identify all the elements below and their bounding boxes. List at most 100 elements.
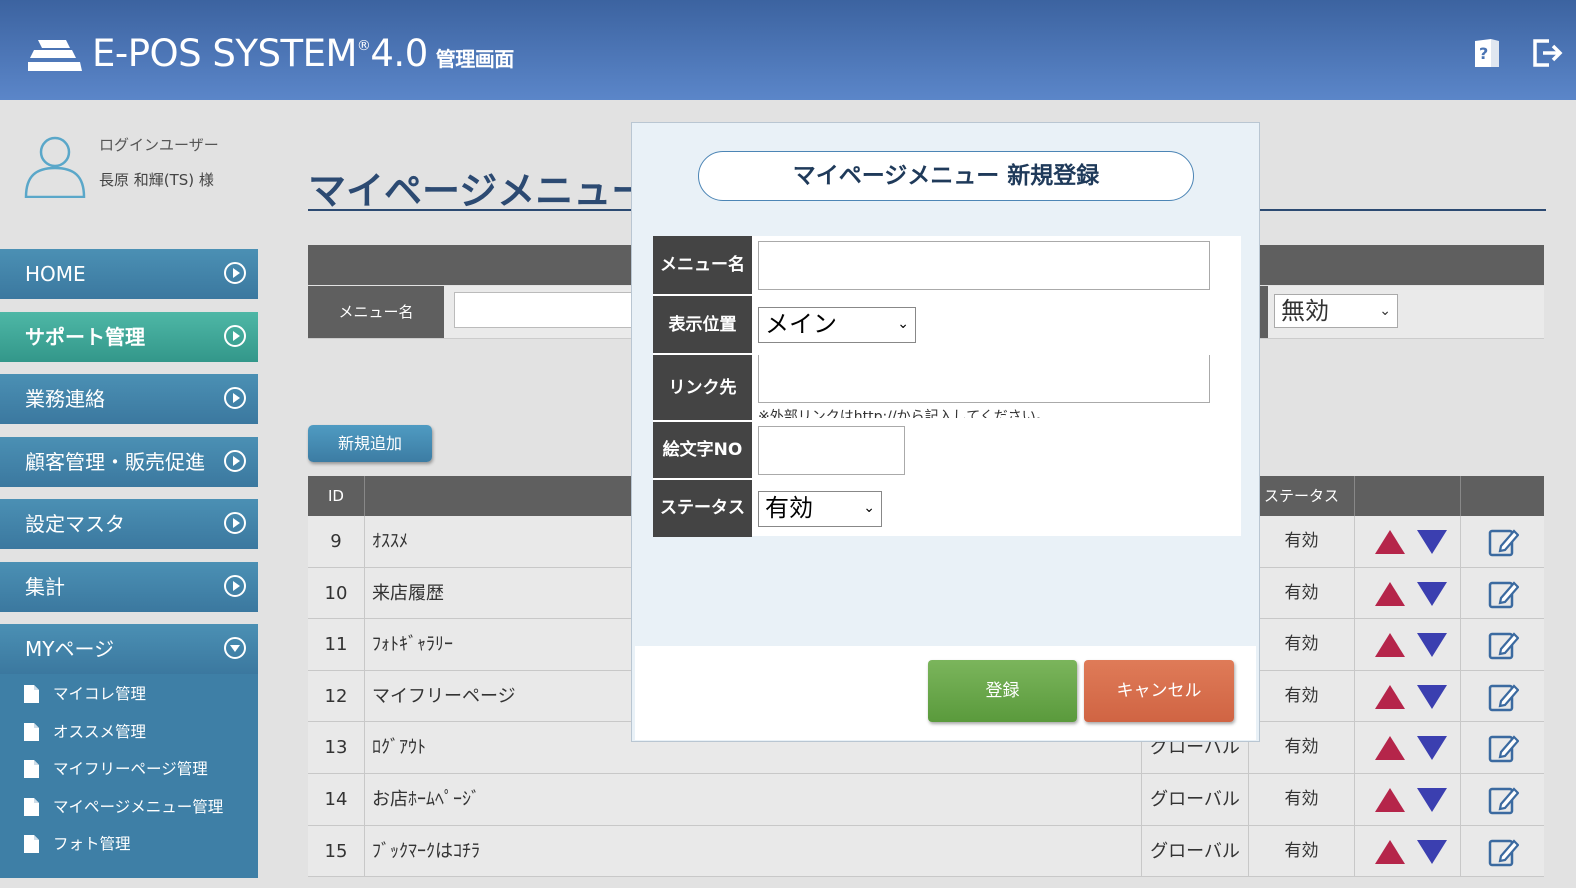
move-up-icon[interactable]: [1375, 684, 1405, 709]
edit-icon[interactable]: [1487, 836, 1520, 868]
chevron-down-circle-icon: [224, 637, 246, 659]
edit-icon[interactable]: [1487, 732, 1520, 764]
edit-icon[interactable]: [1487, 784, 1520, 816]
edit-icon[interactable]: [1487, 526, 1520, 558]
form-row-status: ステータス 有効 ⌄: [653, 478, 1241, 537]
cell-position: グローバル: [1142, 773, 1249, 825]
move-down-icon[interactable]: [1417, 633, 1447, 658]
edit-icon[interactable]: [1487, 629, 1520, 661]
cell-status: 有効: [1249, 722, 1355, 774]
cell-status: 有効: [1249, 670, 1355, 722]
sidebar-item-home[interactable]: HOME: [0, 249, 258, 299]
logo-sub: 管理画面: [435, 47, 515, 71]
col-id-header: ID: [308, 476, 365, 516]
cell-order: [1355, 722, 1461, 774]
move-up-icon[interactable]: [1375, 581, 1405, 606]
cell-edit: [1461, 671, 1544, 722]
sidebar-item-customer[interactable]: 顧客管理・販売促進: [0, 436, 258, 487]
status-label: ステータス: [653, 480, 752, 537]
table-row: 15 ﾌﾞｯｸﾏｰｸはｺﾁﾗ グローバル 有効: [308, 825, 1544, 878]
emoji-label: 絵文字NO: [653, 422, 752, 479]
link-input[interactable]: [758, 355, 1210, 403]
search-menu-name-label: メニュー名: [308, 286, 444, 338]
app-header: E-POS SYSTEM®4.0 管理画面 ?: [0, 0, 1576, 100]
sidebar-item-mypage[interactable]: MYページ: [0, 624, 258, 674]
link-note: ※外部リンクはhttp://から記入してください。: [758, 409, 1050, 418]
svg-text:?: ?: [1479, 44, 1488, 63]
mypage-subnav: マイコレ管理 オススメ管理 マイフリーページ管理 マイページメニュー管理 フォト…: [0, 674, 258, 878]
sidebar-item-label: HOME: [25, 262, 86, 286]
chevron-right-circle-icon: [224, 512, 246, 534]
sidebar-item-settings[interactable]: 設定マスタ: [0, 499, 258, 549]
cell-edit: [1461, 619, 1544, 670]
chevron-right-circle-icon: [224, 449, 246, 472]
table-row: 14 お店ﾎｰﾑﾍﾟｰｼﾞ グローバル 有効: [308, 773, 1544, 826]
login-user-name: 長原 和輝(TS) 様: [99, 171, 214, 189]
chevron-down-icon: ⌄: [897, 316, 909, 332]
emoji-input[interactable]: [758, 426, 905, 475]
cancel-button[interactable]: キャンセル: [1084, 660, 1234, 722]
sidebar-item-support[interactable]: サポート管理: [0, 311, 258, 362]
register-button[interactable]: 登録: [928, 660, 1077, 722]
move-up-icon[interactable]: [1375, 787, 1405, 812]
move-down-icon[interactable]: [1417, 839, 1447, 864]
subnav-item-recommend[interactable]: オススメ管理: [0, 716, 258, 754]
cell-edit: [1461, 774, 1544, 825]
form-row-position: 表示位置 メイン ⌄: [653, 294, 1241, 354]
subnav-item-label: オススメ管理: [53, 722, 147, 741]
subnav-item-menu[interactable]: マイページメニュー管理: [0, 791, 258, 829]
logo-main: E-POS SYSTEM: [92, 32, 357, 75]
app-logo: E-POS SYSTEM®4.0 管理画面: [92, 32, 514, 75]
edit-icon[interactable]: [1487, 578, 1520, 610]
move-up-icon[interactable]: [1375, 839, 1405, 864]
move-up-icon[interactable]: [1375, 633, 1405, 658]
cell-edit: [1461, 722, 1544, 773]
position-select[interactable]: メイン ⌄: [758, 307, 916, 343]
menu-name-label: メニュー名: [653, 236, 752, 294]
subnav-item-free-page[interactable]: マイフリーページ管理: [0, 753, 258, 791]
modal-title: マイページメニュー 新規登録: [698, 151, 1194, 201]
edit-icon[interactable]: [1487, 681, 1520, 713]
modal-footer: 登録 キャンセル: [635, 646, 1256, 740]
logo-version: 4.0: [370, 32, 428, 75]
cell-order: [1355, 670, 1461, 722]
move-down-icon[interactable]: [1417, 684, 1447, 709]
subnav-item-label: マイコレ管理: [53, 685, 147, 703]
registration-form: メニュー名 表示位置 メイン ⌄ リンク先 ※外部リンクはhttp://から記入…: [653, 236, 1241, 537]
form-row-link: リンク先 ※外部リンクはhttp://から記入してください。: [653, 353, 1241, 421]
move-down-icon[interactable]: [1417, 787, 1447, 812]
sidebar-nav: HOME サポート管理 業務連絡 顧客管理・販売促進 設定マスタ 集計 MYペー…: [0, 249, 258, 878]
move-down-icon[interactable]: [1417, 530, 1447, 554]
status-select[interactable]: 有効 ⌄: [758, 491, 882, 527]
logout-icon[interactable]: [1531, 37, 1563, 69]
col-edit-header: [1461, 476, 1544, 516]
cell-status: 有効: [1249, 516, 1355, 567]
position-select-value: メイン: [765, 310, 837, 338]
sidebar-item-label: 顧客管理・販売促進: [25, 449, 205, 474]
cell-status: 有効: [1249, 567, 1355, 619]
sidebar-item-label: MYページ: [25, 637, 115, 661]
subnav-item-label: マイフリーページ管理: [53, 760, 208, 778]
search-status-select[interactable]: 無効 ⌄: [1274, 294, 1398, 328]
sidebar-item-totals[interactable]: 集計: [0, 561, 258, 612]
move-up-icon[interactable]: [1375, 530, 1405, 554]
subnav-item-mycolle[interactable]: マイコレ管理: [0, 678, 258, 716]
cell-order: [1355, 773, 1461, 825]
help-book-icon[interactable]: ?: [1471, 37, 1503, 69]
subnav-item-label: フォト管理: [53, 835, 131, 853]
move-down-icon[interactable]: [1417, 736, 1447, 761]
cell-name: お店ﾎｰﾑﾍﾟｰｼﾞ: [365, 773, 1142, 825]
move-up-icon[interactable]: [1375, 736, 1405, 761]
document-icon: [24, 797, 39, 816]
sidebar-item-business[interactable]: 業務連絡: [0, 374, 258, 424]
menu-name-input[interactable]: [758, 241, 1210, 290]
document-icon: [24, 760, 39, 778]
add-new-button[interactable]: 新規追加: [308, 425, 432, 462]
cell-edit: [1461, 568, 1544, 619]
document-icon: [24, 685, 39, 703]
search-status-value: 無効: [1281, 297, 1329, 325]
status-select-value: 有効: [765, 494, 813, 522]
subnav-item-photo[interactable]: フォト管理: [0, 828, 258, 866]
cell-id: 10: [308, 567, 365, 619]
move-down-icon[interactable]: [1417, 581, 1447, 606]
